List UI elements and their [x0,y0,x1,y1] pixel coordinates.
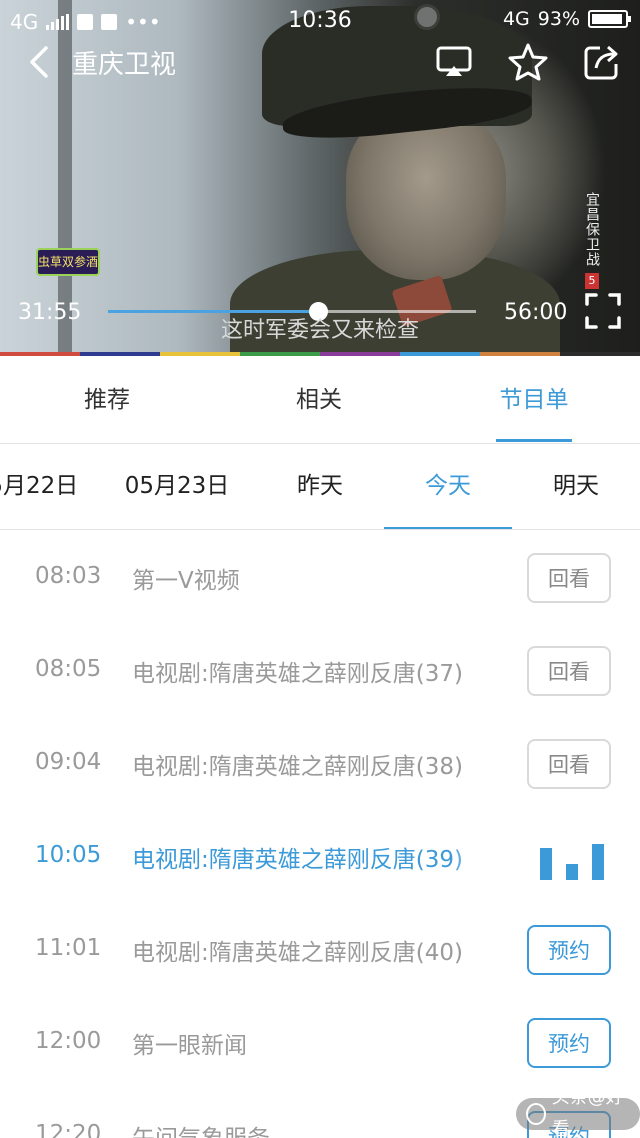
program-name: 电视剧:隋唐英雄之薛刚反唐(38) [132,754,463,780]
reserve-button[interactable]: 预约 [527,925,611,975]
program-list: 08:03 第一V视频 回看 08:05 电视剧:隋唐英雄之薛刚反唐(37) 回… [0,531,640,1138]
replay-button[interactable]: 回看 [527,553,611,603]
program-row[interactable]: 12:00 第一眼新闻 预约 [0,996,640,1089]
tab-recommend[interactable]: 推荐 [60,356,154,444]
tab-schedule[interactable]: 节目单 [496,356,572,444]
program-name: 第一眼新闻 [132,1033,247,1059]
watermark: 头条@好看 [516,1087,640,1138]
program-row[interactable]: 08:03 第一V视频 回看 [0,531,640,624]
star-icon[interactable] [508,42,548,82]
video-player[interactable]: 4G ••• 10:36 4G 93% 重庆卫视 虫草双参酒 宜昌保卫战 5 3… [0,0,640,356]
replay-button[interactable]: 回看 [527,646,611,696]
date-tab-tomorrow[interactable]: 明天 [526,444,626,529]
back-arrow-icon[interactable] [24,44,56,80]
date-tab-0522[interactable]: 05月22日 [0,444,86,529]
program-row[interactable]: 11:01 电视剧:隋唐英雄之薛刚反唐(40) 预约 [0,903,640,996]
tab-label: 推荐 [84,387,130,413]
watermark-text: 头条@好看 [551,1087,624,1138]
program-time: 09:04 [35,749,102,775]
status-bar: 4G ••• 10:36 4G 93% [0,0,640,40]
program-row[interactable]: 08:05 电视剧:隋唐英雄之薛刚反唐(37) 回看 [0,624,640,717]
program-name: 电视剧:隋唐英雄之薛刚反唐(40) [132,940,463,966]
watermark-logo-icon [526,1103,546,1125]
episode-caption: 宜昌保卫战 [584,192,600,267]
date-tab-label: 明天 [553,473,599,499]
network-label: 4G [502,8,530,30]
tab-related[interactable]: 相关 [272,356,366,444]
date-tab-today[interactable]: 今天 [384,444,512,529]
share-icon[interactable] [582,42,622,82]
program-time: 10:05 [35,842,102,868]
airplay-icon[interactable] [434,42,474,82]
program-time: 08:05 [35,656,102,682]
date-tab-label: 05月23日 [124,473,230,499]
battery-icon [588,10,631,28]
date-tab-yesterday[interactable]: 昨天 [270,444,370,529]
reserve-button[interactable]: 预约 [527,1018,611,1068]
program-name: 午间气象服务 [132,1119,504,1138]
program-name: 电视剧:隋唐英雄之薛刚反唐(37) [132,661,463,687]
program-time: 08:03 [35,563,102,589]
active-tab-indicator [496,439,572,442]
date-tab-label: 05月22日 [0,473,79,499]
main-tabs: 推荐 相关 节目单 [0,356,640,444]
now-playing-icon [540,834,604,880]
date-tab-0523[interactable]: 05月23日 [117,444,237,529]
player-header: 重庆卫视 [0,36,640,86]
active-date-indicator [384,527,512,529]
replay-button[interactable]: 回看 [527,739,611,789]
program-name: 电视剧:隋唐英雄之薛刚反唐(39) [132,847,463,873]
program-time: 12:00 [35,1028,102,1054]
date-tabs: 05月22日 05月23日 昨天 今天 明天 [0,444,640,530]
program-time: 12:20 [35,1121,102,1138]
tab-label: 节目单 [499,387,569,413]
battery-percent: 93% [537,8,580,30]
tab-label: 相关 [296,387,342,413]
channel-title: 重庆卫视 [72,50,177,80]
date-tab-label: 昨天 [297,473,343,499]
fullscreen-icon[interactable] [584,292,622,330]
program-time: 11:01 [35,935,102,961]
program-row[interactable]: 09:04 电视剧:隋唐英雄之薛刚反唐(38) 回看 [0,717,640,810]
episode-number: 5 [585,273,599,289]
total-time: 56:00 [504,300,568,325]
date-tab-label: 今天 [425,473,471,499]
program-row-live[interactable]: 10:05 电视剧:隋唐英雄之薛刚反唐(39) [0,810,640,903]
sponsor-badge: 虫草双参酒 [36,248,100,276]
program-name: 第一V视频 [132,568,240,594]
